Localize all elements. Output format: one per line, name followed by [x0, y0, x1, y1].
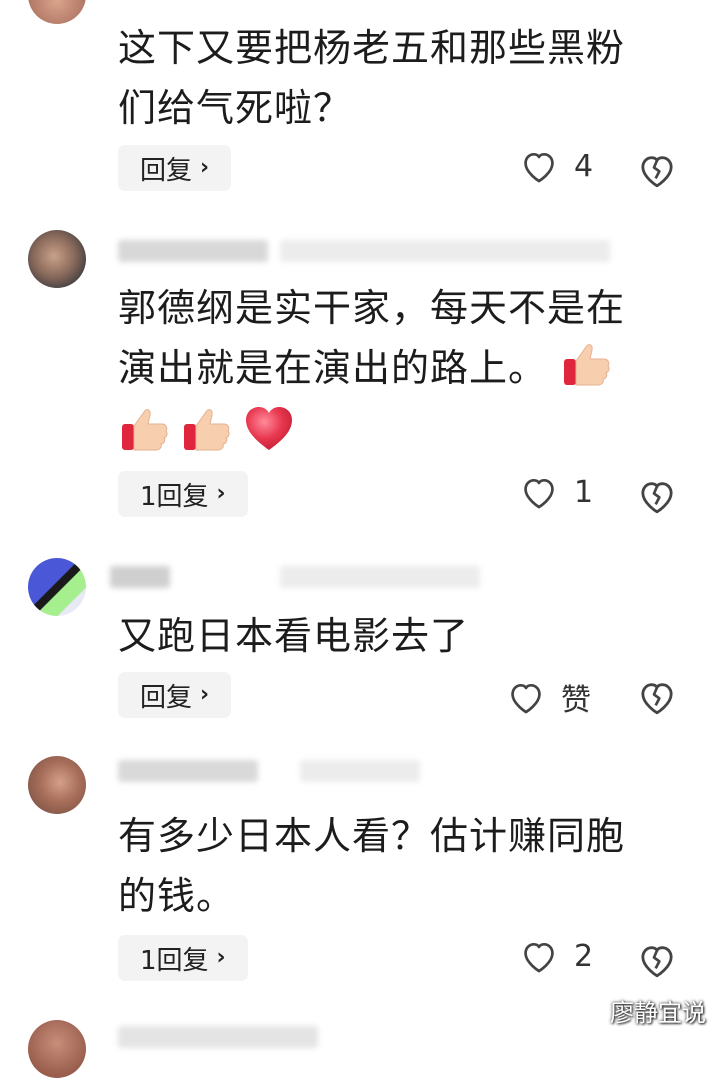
comment-line: 这下又要把杨老五和那些黑粉 — [118, 26, 626, 70]
username[interactable] — [118, 1026, 318, 1048]
heart-outline-icon — [511, 683, 541, 714]
like-count: 赞 — [561, 683, 591, 718]
like-count: 2 — [574, 938, 594, 974]
comment-text: 郭德纲是实干家，每天不是在 演出就是在演出的路上。 — [118, 278, 693, 398]
reply-label: 回复 — [140, 155, 193, 186]
broken-heart-icon[interactable] — [637, 150, 677, 190]
chevron-right-icon: › — [216, 481, 226, 506]
chevron-right-icon: › — [200, 155, 210, 180]
broken-heart-icon[interactable] — [637, 677, 677, 717]
comment-line: 的钱。 — [118, 874, 236, 918]
comment-text: 有多少日本人看？估计赚同胞 的钱。 — [118, 806, 693, 926]
thumbs-up-icon — [564, 343, 610, 385]
reply-label: 1回复 — [140, 945, 209, 976]
username[interactable] — [118, 760, 258, 782]
broken-heart-icon[interactable] — [637, 940, 677, 980]
like-count: 4 — [574, 148, 594, 184]
reply-button[interactable]: 1回复 › — [118, 471, 248, 517]
comment-line: 们给气死啦？ — [118, 86, 353, 130]
thumbs-up-icon — [122, 409, 168, 451]
like-count: 1 — [574, 474, 594, 510]
comment-line: 郭德纲是实干家，每天不是在 — [118, 286, 626, 330]
broken-heart-icon[interactable] — [637, 476, 677, 516]
reply-label: 1回复 — [140, 481, 209, 512]
heart-outline-icon — [524, 152, 554, 183]
reply-button[interactable]: 1回复 › — [118, 935, 248, 981]
comment-line: 又跑日本看电影去了 — [118, 614, 470, 658]
reply-button[interactable]: 回复 › — [118, 145, 232, 191]
like-button[interactable]: 2 — [520, 938, 593, 974]
heart-outline-icon — [524, 942, 554, 973]
username[interactable] — [110, 566, 170, 588]
comment-text: 这下又要把杨老五和那些黑粉 们给气死啦？ — [118, 18, 693, 138]
comment-meta — [280, 240, 610, 262]
watermark: 廖静宜说 — [610, 999, 706, 1027]
chevron-right-icon: › — [200, 682, 210, 707]
comment-line: 演出就是在演出的路上。 — [118, 346, 548, 390]
comment-text: 又跑日本看电影去了 — [118, 606, 693, 666]
like-button[interactable]: 赞 — [507, 675, 591, 719]
red-heart-icon — [246, 407, 292, 450]
comment-line: 有多少日本人看？估计赚同胞 — [118, 814, 626, 858]
avatar[interactable] — [28, 1020, 86, 1078]
avatar[interactable] — [28, 756, 86, 814]
thumbs-up-icon — [184, 409, 230, 451]
avatar[interactable] — [28, 230, 86, 288]
like-button[interactable]: 4 — [520, 148, 593, 184]
emoji-row — [118, 402, 296, 458]
reply-button[interactable]: 回复 › — [118, 672, 232, 718]
comment-meta — [300, 760, 420, 782]
comment-meta — [280, 566, 480, 588]
avatar[interactable] — [28, 0, 86, 24]
like-button[interactable]: 1 — [520, 474, 593, 510]
username[interactable] — [118, 240, 268, 262]
chevron-right-icon: › — [216, 945, 226, 970]
reply-label: 回复 — [140, 682, 193, 713]
heart-outline-icon — [524, 478, 554, 509]
avatar[interactable] — [28, 558, 86, 616]
